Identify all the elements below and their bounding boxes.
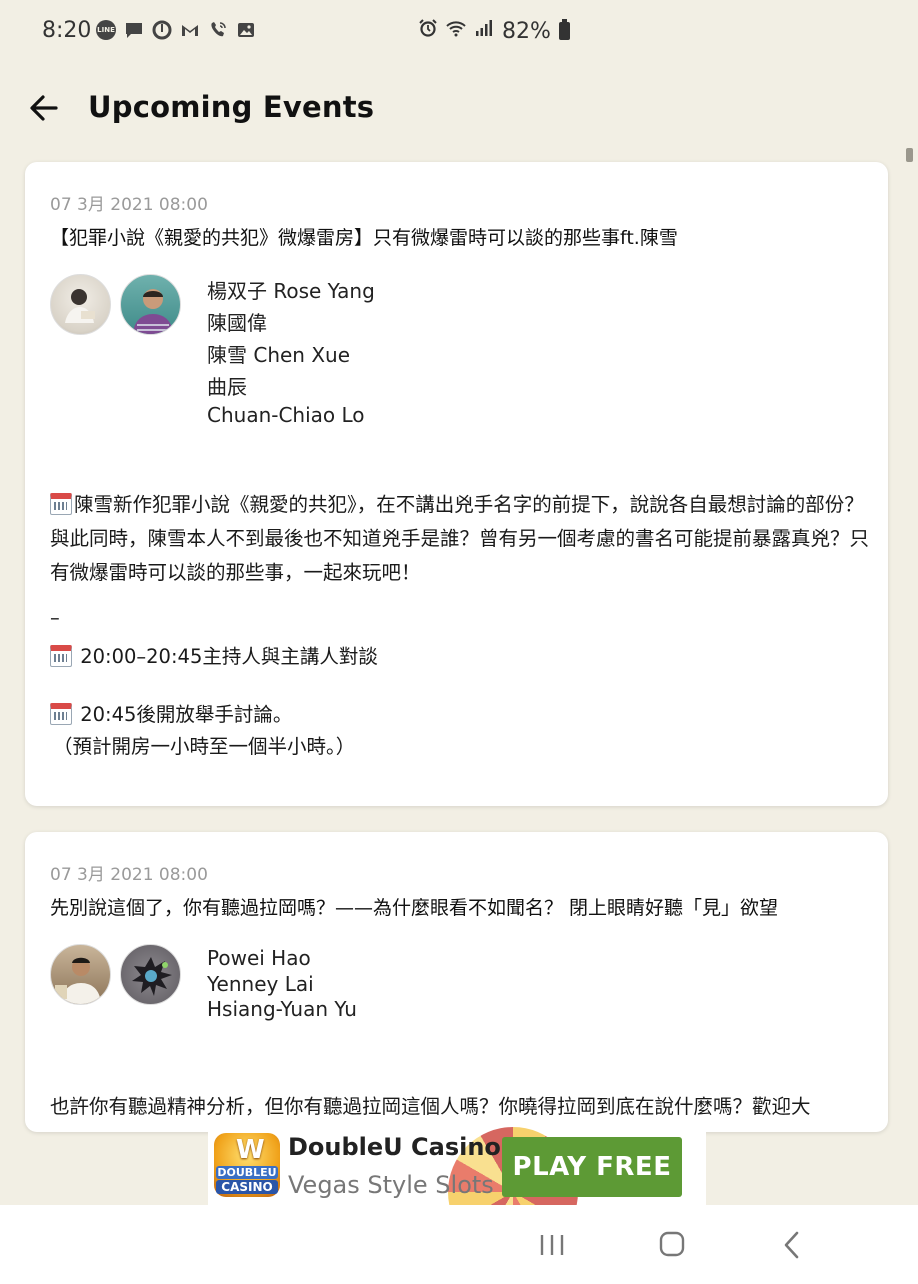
- speaker-name: Hsiang-Yuan Yu: [207, 997, 357, 1021]
- notification-icons: LINE: [96, 20, 256, 44]
- speaker-name: Chuan-Chiao Lo: [207, 403, 365, 427]
- ad-subtitle: Vegas Style Slots: [288, 1171, 494, 1199]
- event-card[interactable]: 07 3月 2021 08:00 【犯罪小說《親愛的共犯》微爆雷房】只有微爆雷時…: [25, 162, 888, 806]
- battery-percent: 82%: [502, 18, 551, 44]
- event-description: 陳雪新作犯罪小說《親愛的共犯》，在不講出兇手名字的前提下，說說各自最想討論的部份…: [50, 488, 870, 590]
- speaker-name: Powei Hao: [207, 946, 311, 970]
- back-button[interactable]: [24, 88, 64, 128]
- scrollbar-thumb[interactable]: [906, 148, 913, 162]
- avatar[interactable]: [50, 274, 111, 335]
- avatar[interactable]: [120, 274, 181, 335]
- schedule-item: 20:00–20:45主持人與主講人對談: [50, 640, 378, 669]
- ad-banner[interactable]: W DOUBLEU CASINO DoubleU Casino Vegas St…: [208, 1127, 706, 1205]
- event-note: （預計開房一小時至一個半小時。）: [53, 735, 356, 758]
- event-date: 07 3月 2021 08:00: [50, 195, 208, 215]
- arrow-left-icon: [30, 95, 58, 121]
- calendar-icon: [50, 645, 72, 667]
- ad-logo-letter: W: [236, 1135, 265, 1165]
- separator-text: –: [50, 606, 60, 629]
- ad-logo-line1: DOUBLEU: [216, 1166, 278, 1179]
- ad-title: DoubleU Casino: [288, 1133, 501, 1161]
- speaker-name: 陳國偉: [207, 311, 267, 335]
- gmail-icon: [180, 20, 200, 44]
- call-icon: [208, 20, 228, 44]
- description-text: 陳雪新作犯罪小說《親愛的共犯》，在不講出兇手名字的前提下，說說各自最想討論的部份…: [50, 493, 870, 584]
- ad-logo: W DOUBLEU CASINO: [214, 1133, 280, 1197]
- recent-apps-button[interactable]: [532, 1227, 572, 1263]
- event-description: 也許你有聽過精神分析，但你有聽過拉岡這個人嗎？你曉得拉岡到底在說什麼嗎？歡迎大: [50, 1095, 811, 1118]
- home-icon: [659, 1231, 685, 1257]
- avatar[interactable]: [50, 944, 111, 1005]
- page-title: Upcoming Events: [88, 90, 375, 124]
- ad-logo-line2: CASINO: [216, 1180, 278, 1194]
- schedule-text: 20:00–20:45主持人與主講人對談: [80, 645, 378, 668]
- speaker-list: 楊双子 Rose Yang 陳國偉 陳雪 Chen Xue 曲辰 Chuan-C…: [207, 275, 375, 427]
- line-icon: LINE: [96, 20, 116, 40]
- speaker-list: Powei Hao Yenney Lai Hsiang-Yuan Yu: [207, 946, 357, 1023]
- speaker-name: 曲辰: [207, 375, 247, 399]
- schedule-item: 20:45後開放舉手討論。: [50, 698, 292, 727]
- circle-app-icon: [152, 20, 172, 44]
- speaker-name: Yenney Lai: [207, 971, 314, 996]
- event-card[interactable]: 07 3月 2021 08:00 先別說這個了，你有聽過拉岡嗎？——為什麼眼看不…: [25, 832, 888, 1132]
- event-title: 【犯罪小說《親愛的共犯》微爆雷房】只有微爆雷時可以談的那些事ft.陳雪: [50, 227, 678, 249]
- status-time: 8:20: [42, 18, 92, 43]
- back-nav-button[interactable]: [772, 1227, 812, 1263]
- calendar-icon: [50, 493, 72, 515]
- signal-icon: [474, 18, 494, 44]
- speaker-name: 陳雪 Chen Xue: [207, 343, 351, 367]
- alarm-icon: [418, 18, 438, 44]
- recent-apps-icon: [540, 1235, 564, 1255]
- status-bar: 8:20 LINE 82%: [0, 0, 918, 62]
- calendar-icon: [50, 703, 72, 725]
- app-header: Upcoming Events: [0, 62, 918, 152]
- event-date: 07 3月 2021 08:00: [50, 865, 208, 885]
- schedule-text: 20:45後開放舉手討論。: [80, 703, 293, 726]
- chat-icon: [124, 20, 144, 44]
- system-status: 82%: [418, 18, 570, 44]
- event-title: 先別說這個了，你有聽過拉岡嗎？——為什麼眼看不如聞名？ 閉上眼睛好聽「見」欲望: [50, 897, 779, 919]
- avatar[interactable]: [120, 944, 181, 1005]
- ad-play-button[interactable]: PLAY FREE: [502, 1137, 682, 1197]
- battery-icon: [558, 19, 570, 40]
- speaker-name: 楊双子 Rose Yang: [207, 279, 375, 303]
- wifi-icon: [446, 18, 466, 44]
- system-nav-bar: [0, 1205, 918, 1284]
- home-button[interactable]: [652, 1227, 692, 1263]
- gallery-icon: [236, 20, 256, 44]
- chevron-left-icon: [784, 1231, 799, 1259]
